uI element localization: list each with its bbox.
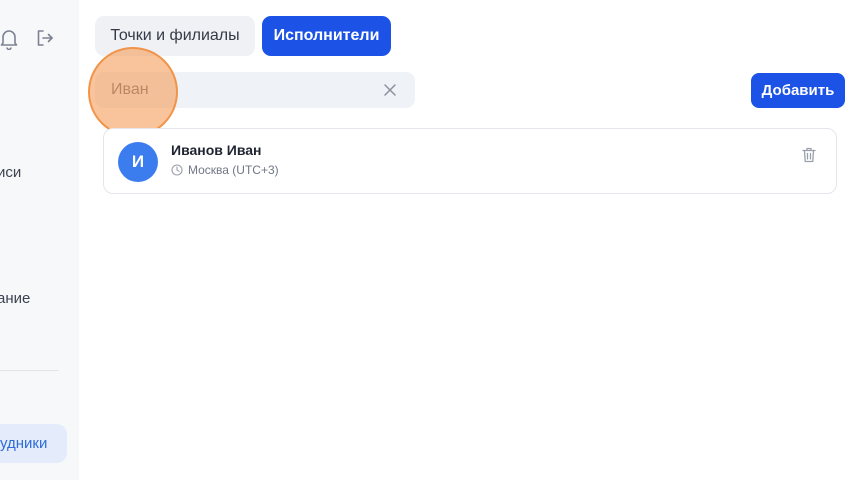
sidebar-divider (0, 370, 59, 371)
sidebar-item-label[interactable]: иси (0, 164, 21, 181)
executor-timezone: Москва (UTC+3) (171, 163, 279, 177)
search-input[interactable] (111, 72, 371, 108)
tab-branches[interactable]: Точки и филиалы (95, 16, 255, 56)
add-button[interactable]: Добавить (751, 73, 845, 108)
avatar: И (118, 142, 158, 182)
executor-name: Иванов Иван (171, 142, 262, 158)
sidebar-item-label: удники (0, 435, 48, 452)
bell-icon[interactable] (0, 28, 18, 51)
search-box (95, 72, 415, 108)
logout-icon[interactable] (36, 29, 54, 47)
sidebar: иси ание удники (0, 0, 79, 480)
list-item[interactable]: И Иванов Иван Москва (UTC+3) (103, 128, 837, 194)
sidebar-item-label[interactable]: ание (0, 290, 30, 307)
clock-icon (171, 164, 183, 176)
tab-executors[interactable]: Исполнители (262, 16, 391, 56)
sidebar-item-employees[interactable]: удники (0, 424, 67, 463)
trash-icon[interactable] (802, 147, 816, 163)
close-icon[interactable] (383, 83, 397, 97)
timezone-label: Москва (UTC+3) (188, 163, 279, 177)
